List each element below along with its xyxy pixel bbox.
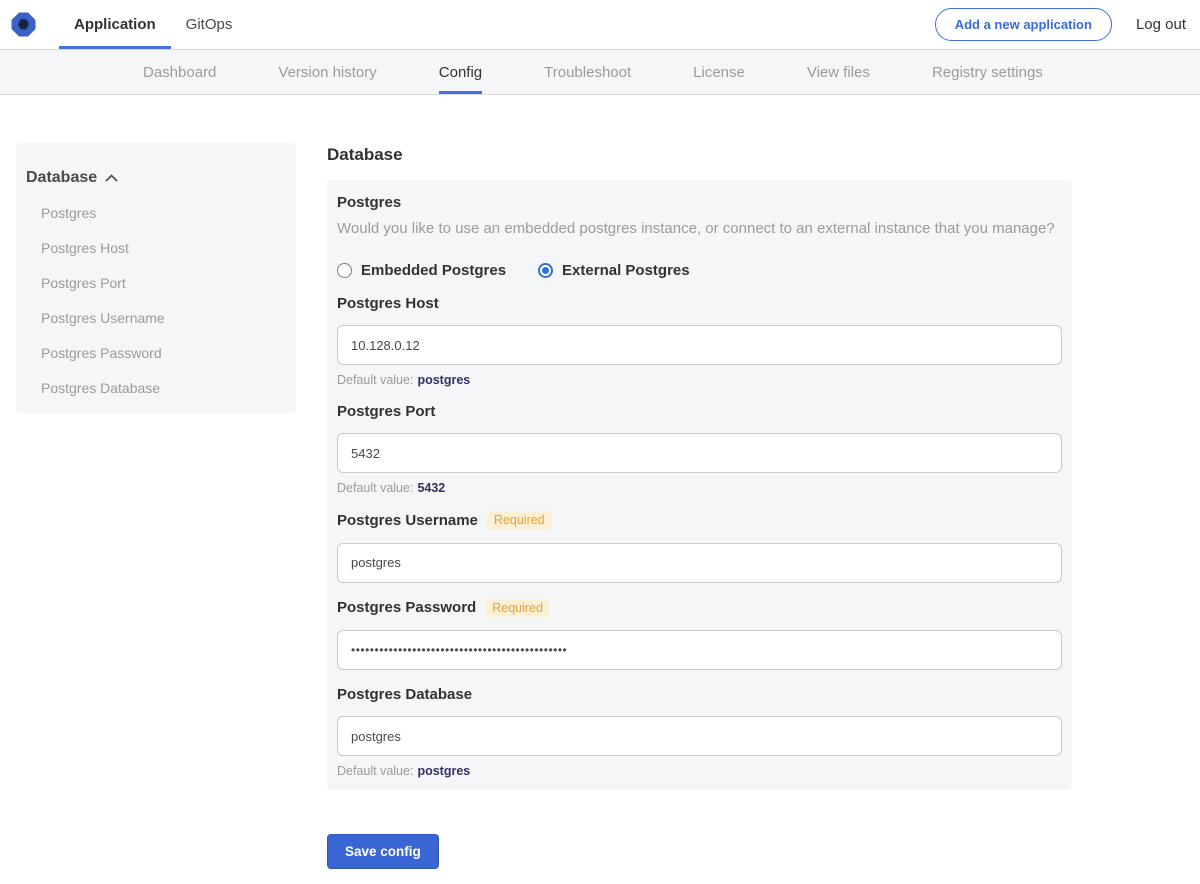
group-label: Postgres bbox=[337, 194, 402, 211]
app-logo[interactable] bbox=[10, 0, 37, 49]
topbar-right: Add a new application Log out bbox=[934, 0, 1186, 49]
postgres-port-input[interactable] bbox=[337, 433, 1062, 473]
radio-embedded-postgres[interactable]: Embedded Postgres bbox=[337, 262, 506, 279]
radio-embedded-postgres-label: Embedded Postgres bbox=[361, 262, 507, 279]
tab-application[interactable]: Application bbox=[59, 0, 171, 49]
subnav-tab-view-files[interactable]: View files bbox=[807, 50, 870, 94]
radio-unselected-icon bbox=[337, 263, 352, 278]
page-title: Database bbox=[327, 145, 403, 164]
save-config-button[interactable]: Save config bbox=[327, 834, 439, 869]
postgres-host-input[interactable] bbox=[337, 325, 1062, 365]
postgres-database-default: Default value: postgres bbox=[337, 764, 1062, 778]
postgres-username-label: Postgres Username bbox=[337, 511, 478, 529]
sidebar-group-database[interactable]: Database bbox=[26, 169, 286, 187]
postgres-port-default: Default value: 5432 bbox=[337, 481, 1062, 495]
config-page: Database Postgres Postgres Host Postgres… bbox=[0, 95, 1200, 883]
postgres-password-input[interactable] bbox=[337, 630, 1062, 670]
sidebar-item-postgres-database[interactable]: Postgres Database bbox=[41, 380, 286, 397]
postgres-port-label: Postgres Port bbox=[337, 403, 436, 420]
postgres-database-input[interactable] bbox=[337, 716, 1062, 756]
sidebar-item-postgres-port[interactable]: Postgres Port bbox=[41, 275, 286, 292]
radio-external-postgres-label: External Postgres bbox=[562, 262, 690, 279]
radio-selected-icon bbox=[538, 263, 554, 278]
postgres-password-label: Postgres Password bbox=[337, 599, 477, 617]
default-label: Default value: bbox=[337, 373, 414, 387]
logout-button[interactable]: Log out bbox=[1136, 16, 1186, 33]
default-label: Default value: bbox=[337, 764, 414, 778]
group-help-text: Would you like to use an embedded postgr… bbox=[337, 220, 1055, 237]
default-value: postgres bbox=[417, 764, 471, 778]
top-bar: Application GitOps Add a new application… bbox=[0, 0, 1200, 49]
subnav-tab-config[interactable]: Config bbox=[438, 50, 483, 94]
default-value: postgres bbox=[417, 373, 471, 387]
postgres-host-default: Default value: postgres bbox=[337, 373, 1062, 387]
subnav-tab-troubleshoot[interactable]: Troubleshoot bbox=[544, 50, 631, 94]
chevron-up-icon bbox=[105, 174, 118, 182]
add-application-button[interactable]: Add a new application bbox=[934, 8, 1112, 41]
sidebar-item-postgres-username[interactable]: Postgres Username bbox=[41, 310, 286, 327]
subnav-tab-registry-settings[interactable]: Registry settings bbox=[932, 50, 1043, 94]
postgres-database-label: Postgres Database bbox=[337, 686, 473, 703]
tab-gitops[interactable]: GitOps bbox=[171, 0, 248, 49]
tab-gitops-label: GitOps bbox=[185, 16, 233, 33]
required-badge: Required bbox=[485, 598, 550, 617]
tab-application-label: Application bbox=[74, 16, 156, 33]
subnav-tab-license[interactable]: License bbox=[693, 50, 745, 94]
sidebar-item-postgres[interactable]: Postgres bbox=[41, 205, 286, 222]
default-value: 5432 bbox=[417, 481, 446, 495]
subnav-tab-version-history[interactable]: Version history bbox=[278, 50, 376, 94]
sidebar-group-database-label: Database bbox=[26, 169, 98, 186]
required-badge: Required bbox=[486, 511, 552, 530]
postgres-host-label: Postgres Host bbox=[337, 295, 439, 312]
postgres-radio-group: Embedded Postgres External Postgres bbox=[337, 262, 1062, 279]
sidebar-item-postgres-password[interactable]: Postgres Password bbox=[41, 345, 286, 362]
config-group-panel: Postgres Would you like to use an embedd… bbox=[327, 180, 1072, 790]
app-subnav: Dashboard Version history Config Trouble… bbox=[0, 49, 1200, 95]
radio-external-postgres[interactable]: External Postgres bbox=[538, 262, 690, 279]
app-logo-icon bbox=[11, 12, 36, 37]
default-label: Default value: bbox=[337, 481, 414, 495]
config-sidebar: Database Postgres Postgres Host Postgres… bbox=[16, 143, 296, 413]
postgres-username-input[interactable] bbox=[337, 542, 1062, 583]
sidebar-item-postgres-host[interactable]: Postgres Host bbox=[41, 240, 286, 257]
config-main: Database Postgres Would you like to use … bbox=[327, 145, 1072, 869]
subnav-tab-dashboard[interactable]: Dashboard bbox=[143, 50, 216, 94]
